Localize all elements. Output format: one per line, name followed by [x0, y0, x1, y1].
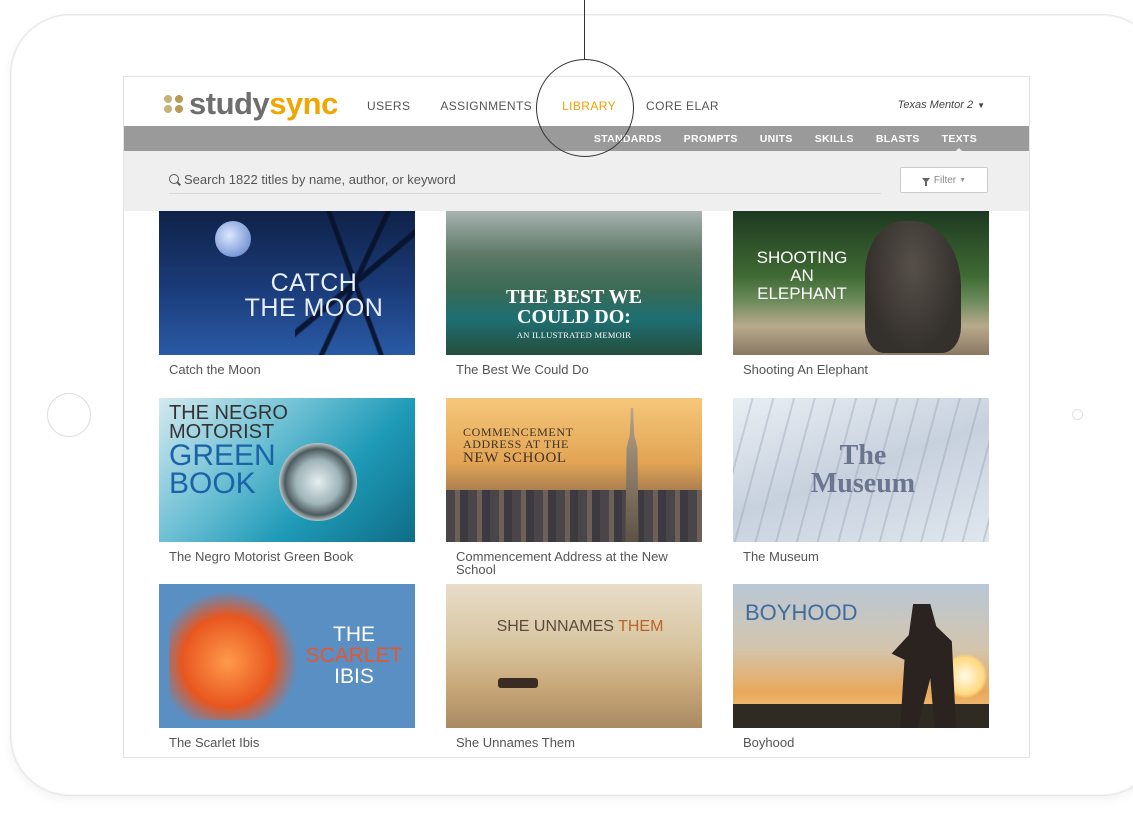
nav-core-elar[interactable]: CORE ELAR	[646, 99, 719, 113]
camera-dot	[1072, 409, 1083, 420]
library-card[interactable]: THE BEST WE COULD DO: AN ILLUSTRATED MEMO…	[446, 211, 702, 376]
top-navigation: studysync USERS ASSIGNMENTS LIBRARY CORE…	[124, 77, 1029, 127]
filter-button[interactable]: Filter ▼	[900, 167, 988, 193]
city-skyline-graphic	[446, 490, 702, 542]
card-title: She Unnames Them	[456, 735, 575, 750]
card-title: Shooting An Elephant	[743, 362, 869, 377]
nav-library[interactable]: LIBRARY	[562, 99, 616, 113]
cover-image: CATCH THE MOON	[159, 211, 415, 355]
user-name: Texas Mentor 2	[897, 99, 974, 111]
library-card[interactable]: BOYHOOD Boyhood	[733, 584, 989, 749]
user-menu[interactable]: Texas Mentor 2 ▼	[898, 99, 985, 111]
search-underline	[169, 193, 881, 194]
cover-image: COMMENCEMENT ADDRESS AT THE NEW SCHOOL	[446, 398, 702, 542]
cover-text: The Museum	[810, 440, 916, 499]
cover-image: SHE UNNAMES THEM	[446, 584, 702, 728]
card-title: The Museum	[743, 549, 819, 564]
main-nav: USERS ASSIGNMENTS LIBRARY CORE ELAR	[367, 99, 719, 113]
library-card[interactable]: CATCH THE MOON Catch the Moon	[159, 211, 415, 376]
library-card[interactable]: THE SCARLET IBIS The Scarlet Ibis	[159, 584, 415, 749]
card-title: Commencement Address at the New School	[456, 549, 668, 577]
nav-users[interactable]: USERS	[367, 99, 410, 113]
caret-down-icon: ▼	[977, 101, 985, 110]
library-grid: CATCH THE MOON Catch the Moon THE BEST WE…	[159, 211, 989, 757]
horses-graphic	[498, 678, 538, 688]
library-card[interactable]: SHE UNNAMES THEM She Unnames Them	[446, 584, 702, 749]
cover-image: BOYHOOD	[733, 584, 989, 728]
cover-image: THE SCARLET IBIS	[159, 584, 415, 728]
cover-image: THE BEST WE COULD DO: AN ILLUSTRATED MEMO…	[446, 211, 702, 355]
cover-text: THE BEST WE COULD DO: AN ILLUSTRATED MEMO…	[506, 286, 642, 340]
cover-text: SHOOTING AN ELEPHANT	[756, 248, 848, 303]
nav-assignments[interactable]: ASSIGNMENTS	[440, 99, 532, 113]
library-subnav: STANDARDS PROMPTS UNITS SKILLS BLASTS TE…	[124, 126, 1029, 153]
cover-text: COMMENCEMENT ADDRESS AT THE NEW SCHOOL	[463, 425, 574, 466]
caret-down-icon: ▼	[959, 176, 967, 184]
cover-image: The Museum	[733, 398, 989, 542]
elephant-graphic	[865, 221, 961, 353]
ibis-graphic	[169, 590, 299, 720]
search-bar: Filter ▼	[124, 151, 1029, 211]
home-button[interactable]	[47, 393, 91, 437]
search-input[interactable]	[184, 168, 884, 190]
cover-text: SHE UNNAMES THEM	[496, 618, 664, 635]
card-title: The Scarlet Ibis	[169, 735, 260, 750]
cover-text: CATCH THE MOON	[244, 269, 384, 322]
subnav-units[interactable]: UNITS	[760, 133, 793, 145]
cover-text: BOYHOOD	[745, 600, 858, 625]
studysync-logo[interactable]: studysync	[164, 86, 338, 122]
callout-line	[584, 0, 585, 60]
filter-label: Filter	[933, 174, 957, 186]
cover-text: THE NEGRO MOTORIST GREEN BOOK	[169, 402, 288, 500]
subnav-blasts[interactable]: BLASTS	[876, 133, 920, 145]
library-card[interactable]: THE NEGRO MOTORIST GREEN BOOK The Negro Mo…	[159, 398, 415, 563]
card-title: Boyhood	[743, 735, 795, 750]
library-card[interactable]: SHOOTING AN ELEPHANT Shooting An Elephant	[733, 211, 989, 376]
funnel-icon	[921, 177, 930, 186]
library-card[interactable]: COMMENCEMENT ADDRESS AT THE NEW SCHOOL Co…	[446, 398, 702, 576]
subnav-standards[interactable]: STANDARDS	[594, 133, 662, 145]
cover-text: THE SCARLET IBIS	[305, 623, 403, 688]
card-title: Catch the Moon	[169, 362, 261, 377]
card-title: The Negro Motorist Green Book	[169, 549, 354, 564]
subnav-texts[interactable]: TEXTS	[942, 133, 977, 153]
moon-graphic	[215, 221, 251, 257]
library-card[interactable]: The Museum The Museum	[733, 398, 989, 563]
search-icon	[169, 174, 179, 184]
logo-dots-icon	[164, 95, 184, 113]
subnav-prompts[interactable]: PROMPTS	[684, 133, 738, 145]
logo-text: studysync	[189, 86, 338, 121]
app-screen: studysync USERS ASSIGNMENTS LIBRARY CORE…	[123, 76, 1030, 758]
subnav-skills[interactable]: SKILLS	[815, 133, 854, 145]
card-title: The Best We Could Do	[456, 362, 589, 377]
cover-image: THE NEGRO MOTORIST GREEN BOOK	[159, 398, 415, 542]
cover-image: SHOOTING AN ELEPHANT	[733, 211, 989, 355]
